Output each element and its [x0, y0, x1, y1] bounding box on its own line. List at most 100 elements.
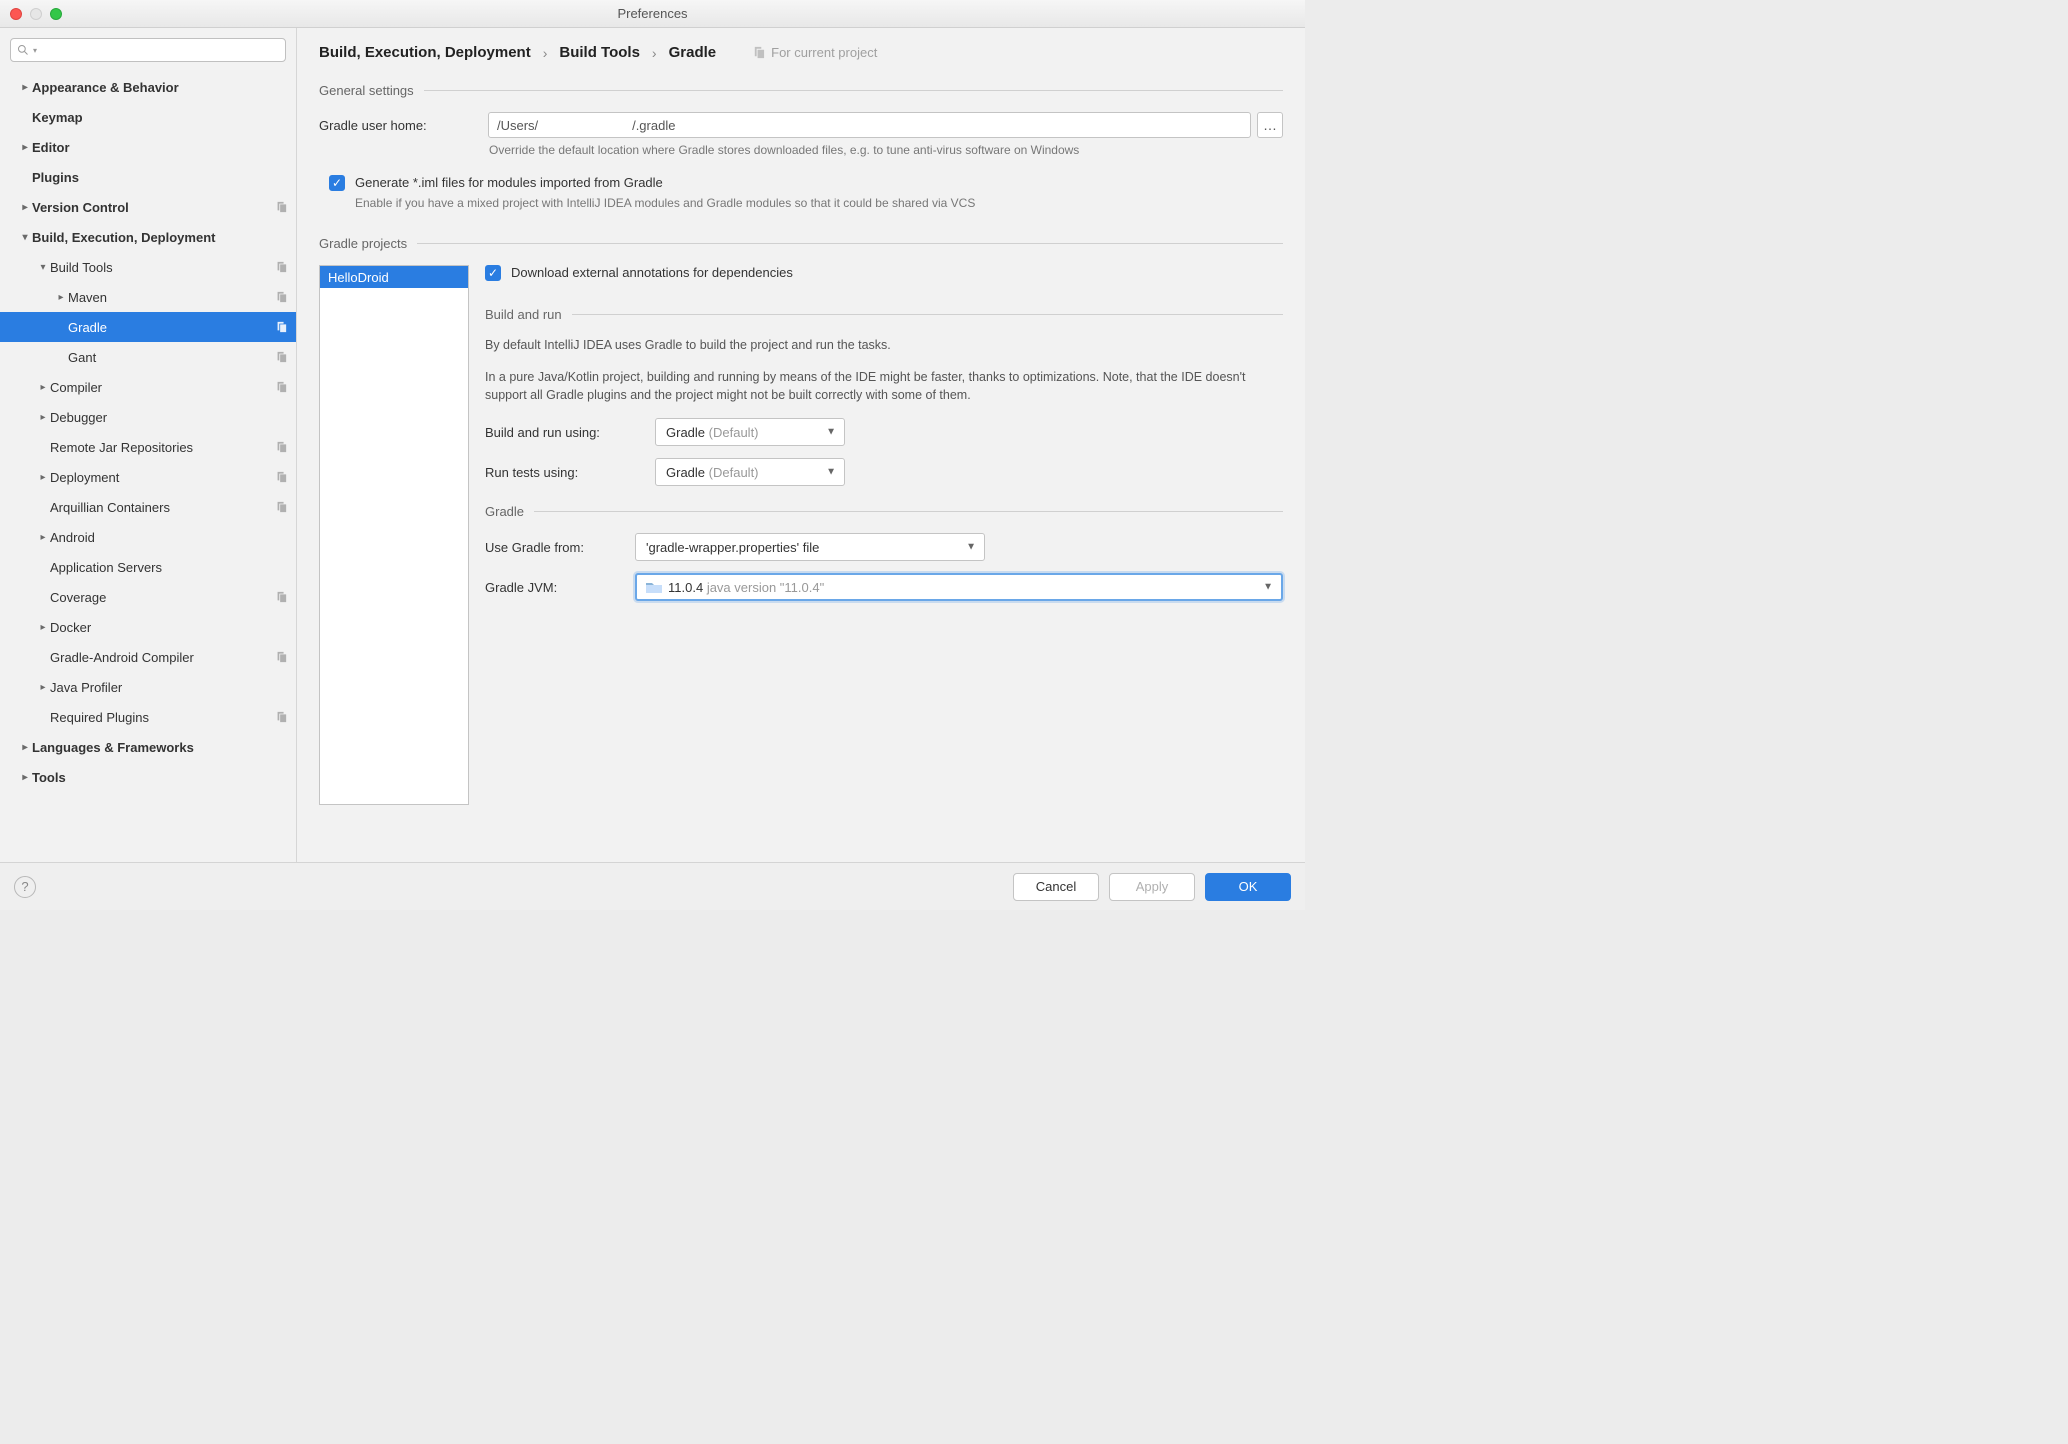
gradle-user-home-input[interactable]: [488, 112, 1251, 138]
section-gradle-projects: Gradle projects: [319, 236, 1283, 251]
sidebar-item-label: Remote Jar Repositories: [50, 440, 274, 455]
search-dropdown-icon[interactable]: ▾: [33, 46, 37, 55]
sidebar-item-maven[interactable]: ▸Maven: [0, 282, 296, 312]
chevron-right-icon[interactable]: ▸: [18, 142, 32, 153]
section-build-and-run: Build and run: [485, 307, 1283, 322]
breadcrumb-separator: ›: [652, 45, 657, 61]
gradle-jvm-label: Gradle JVM:: [485, 580, 635, 595]
use-gradle-from-label: Use Gradle from:: [485, 540, 635, 555]
chevron-down-icon[interactable]: ▾: [18, 232, 32, 243]
sidebar-item-label: Debugger: [50, 410, 288, 425]
sidebar-item-label: Gant: [68, 350, 274, 365]
sidebar-item-editor[interactable]: ▸Editor: [0, 132, 296, 162]
gradle-project-item[interactable]: HelloDroid: [320, 266, 468, 288]
chevron-right-icon[interactable]: ▸: [36, 472, 50, 483]
per-project-icon: [274, 710, 288, 724]
chevron-down-icon: ▼: [826, 467, 836, 478]
breadcrumb-part: Gradle: [669, 44, 717, 61]
per-project-icon: [274, 470, 288, 484]
sidebar-item-build-execution-deployment[interactable]: ▾Build, Execution, Deployment: [0, 222, 296, 252]
gradle-projects-list[interactable]: HelloDroid: [319, 265, 469, 805]
sidebar-item-java-profiler[interactable]: ▸Java Profiler: [0, 672, 296, 702]
gradle-jvm-select[interactable]: 11.0.4 java version "11.0.4" ▼: [635, 573, 1283, 601]
chevron-right-icon[interactable]: ▸: [54, 292, 68, 303]
preferences-sidebar: ▾ ▸Appearance & Behavior Keymap ▸Editor Plu…: [0, 28, 297, 862]
search-box[interactable]: ▾: [10, 38, 286, 62]
sidebar-item-label: Compiler: [50, 380, 274, 395]
sidebar-item-gradle[interactable]: Gradle: [0, 312, 296, 342]
download-annotations-label: Download external annotations for depend…: [511, 265, 793, 280]
sidebar-item-deployment[interactable]: ▸Deployment: [0, 462, 296, 492]
sidebar-item-label: Android: [50, 530, 288, 545]
help-button[interactable]: ?: [14, 876, 36, 898]
per-project-icon: [274, 380, 288, 394]
chevron-right-icon[interactable]: ▸: [36, 382, 50, 393]
apply-button[interactable]: Apply: [1109, 873, 1195, 901]
chevron-right-icon[interactable]: ▸: [18, 82, 32, 93]
breadcrumb: Build, Execution, Deployment › Build Too…: [297, 28, 1305, 73]
sidebar-item-appearance-behavior[interactable]: ▸Appearance & Behavior: [0, 72, 296, 102]
breadcrumb-part[interactable]: Build, Execution, Deployment: [319, 44, 531, 61]
chevron-down-icon: ▼: [826, 427, 836, 438]
sidebar-item-gradle-android-compiler[interactable]: Gradle-Android Compiler: [0, 642, 296, 672]
breadcrumb-separator: ›: [543, 45, 548, 61]
build-using-select[interactable]: Gradle (Default) ▼: [655, 418, 845, 446]
chevron-right-icon[interactable]: ▸: [36, 622, 50, 633]
run-tests-select[interactable]: Gradle (Default) ▼: [655, 458, 845, 486]
sidebar-item-keymap[interactable]: Keymap: [0, 102, 296, 132]
chevron-right-icon[interactable]: ▸: [18, 202, 32, 213]
per-project-icon: [274, 260, 288, 274]
sidebar-item-label: Java Profiler: [50, 680, 288, 695]
sidebar-item-label: Build, Execution, Deployment: [32, 230, 288, 245]
browse-button[interactable]: …: [1257, 112, 1283, 138]
cancel-button[interactable]: Cancel: [1013, 873, 1099, 901]
per-project-icon: [274, 350, 288, 364]
sidebar-item-label: Arquillian Containers: [50, 500, 274, 515]
for-current-project-badge: For current project: [752, 45, 877, 60]
run-tests-label: Run tests using:: [485, 465, 655, 480]
chevron-right-icon[interactable]: ▸: [18, 742, 32, 753]
gradle-user-home-hint: Override the default location where Grad…: [489, 143, 1283, 157]
ok-button[interactable]: OK: [1205, 873, 1291, 901]
sidebar-item-debugger[interactable]: ▸Debugger: [0, 402, 296, 432]
sidebar-item-label: Application Servers: [50, 560, 288, 575]
sidebar-item-plugins[interactable]: Plugins: [0, 162, 296, 192]
sidebar-item-label: Keymap: [32, 110, 288, 125]
sidebar-item-version-control[interactable]: ▸Version Control: [0, 192, 296, 222]
chevron-right-icon[interactable]: ▸: [18, 772, 32, 783]
sidebar-item-required-plugins[interactable]: Required Plugins: [0, 702, 296, 732]
build-using-label: Build and run using:: [485, 425, 655, 440]
build-run-desc2: In a pure Java/Kotlin project, building …: [485, 368, 1283, 404]
sidebar-item-label: Build Tools: [50, 260, 274, 275]
sidebar-item-gant[interactable]: Gant: [0, 342, 296, 372]
window-title: Preferences: [0, 6, 1305, 21]
sidebar-item-label: Plugins: [32, 170, 288, 185]
generate-iml-label: Generate *.iml files for modules importe…: [355, 175, 975, 190]
sidebar-item-remote-jar-repositories[interactable]: Remote Jar Repositories: [0, 432, 296, 462]
download-annotations-checkbox[interactable]: [485, 265, 501, 281]
chevron-down-icon[interactable]: ▾: [36, 262, 50, 273]
chevron-right-icon[interactable]: ▸: [36, 532, 50, 543]
generate-iml-checkbox[interactable]: [329, 175, 345, 191]
sidebar-item-tools[interactable]: ▸Tools: [0, 762, 296, 792]
search-icon: [17, 44, 29, 56]
sidebar-item-application-servers[interactable]: Application Servers: [0, 552, 296, 582]
sidebar-item-build-tools[interactable]: ▾Build Tools: [0, 252, 296, 282]
sidebar-item-languages-frameworks[interactable]: ▸Languages & Frameworks: [0, 732, 296, 762]
sidebar-item-label: Languages & Frameworks: [32, 740, 288, 755]
breadcrumb-part[interactable]: Build Tools: [559, 44, 640, 61]
chevron-right-icon[interactable]: ▸: [36, 412, 50, 423]
sidebar-item-android[interactable]: ▸Android: [0, 522, 296, 552]
copy-icon: [752, 46, 765, 59]
per-project-icon: [274, 200, 288, 214]
section-general-settings: General settings: [319, 83, 1283, 98]
per-project-icon: [274, 590, 288, 604]
sidebar-item-coverage[interactable]: Coverage: [0, 582, 296, 612]
sidebar-item-compiler[interactable]: ▸Compiler: [0, 372, 296, 402]
use-gradle-from-select[interactable]: 'gradle-wrapper.properties' file ▼: [635, 533, 985, 561]
sidebar-item-docker[interactable]: ▸Docker: [0, 612, 296, 642]
chevron-right-icon[interactable]: ▸: [36, 682, 50, 693]
search-input[interactable]: [41, 43, 279, 57]
sidebar-item-arquillian-containers[interactable]: Arquillian Containers: [0, 492, 296, 522]
per-project-icon: [274, 500, 288, 514]
